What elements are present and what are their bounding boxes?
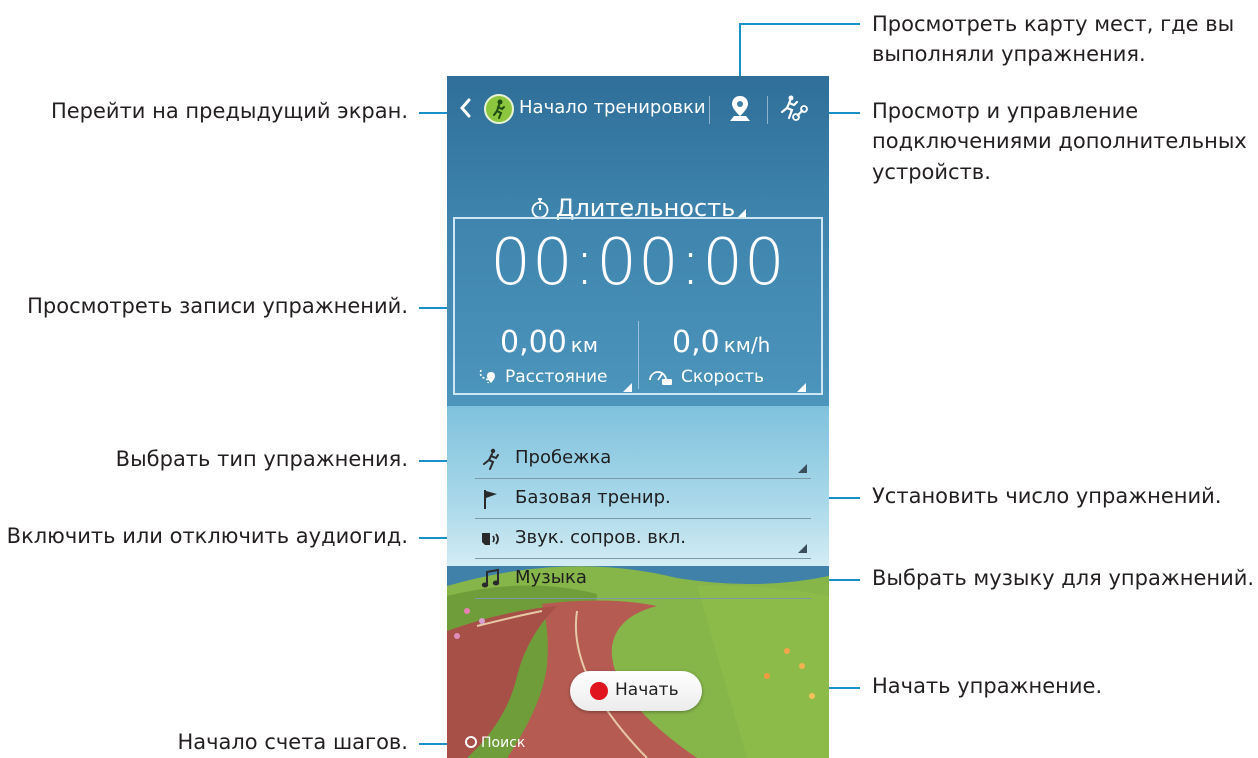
- action-bar: Начало тренировки: [447, 76, 829, 142]
- annotation-count: Установить число упражнений.: [872, 484, 1222, 508]
- dropdown-arrow-icon: [797, 383, 806, 392]
- annotation-audio: Включить или отключить аудиогид.: [6, 524, 408, 548]
- map-pin-icon[interactable]: [727, 94, 753, 124]
- running-app-icon[interactable]: [484, 94, 514, 124]
- speed-selector[interactable]: Скорость: [647, 366, 764, 387]
- distance-icon: [479, 369, 495, 384]
- exercise-type-label: Пробежка: [515, 447, 612, 468]
- distance-unit: км: [570, 333, 598, 357]
- start-button-label: Начать: [615, 680, 679, 700]
- start-button[interactable]: Начать: [570, 671, 702, 711]
- speed-value: 0,0 км/h: [672, 325, 770, 360]
- record-dot-icon: [590, 682, 608, 700]
- annotation-acc-line1: Просмотр и управление: [872, 99, 1139, 123]
- stats-divider: [638, 321, 639, 389]
- dropdown-arrow-icon: [798, 464, 807, 473]
- music-note-icon: [481, 568, 500, 588]
- annotation-map-line2: выполняли упражнения.: [872, 42, 1146, 66]
- audio-guide-label: Звук. сопров. вкл.: [515, 527, 686, 548]
- leader-line-map-h: [739, 23, 860, 25]
- annotation-acc-line2: подключениями дополнительных: [872, 129, 1247, 153]
- annotation-map-line1: Просмотреть карту мест, где вы: [872, 12, 1235, 36]
- annotation-steps: Начало счета шагов.: [177, 730, 408, 754]
- action-divider: [709, 96, 710, 124]
- speed-number: 0,0: [672, 325, 720, 360]
- speed-unit: км/h: [723, 333, 771, 357]
- workout-label: Базовая тренир.: [515, 487, 671, 508]
- step-counter-search[interactable]: Поиск: [465, 735, 525, 751]
- music-row[interactable]: Музыка: [475, 559, 811, 599]
- annotation-acc-line3: устройств.: [872, 160, 991, 184]
- speaker-icon: [482, 533, 499, 545]
- annotation-start: Начать упражнение.: [872, 674, 1103, 698]
- workout-row[interactable]: Базовая тренир.: [475, 479, 811, 519]
- exercise-type-row[interactable]: Пробежка: [475, 439, 811, 479]
- accessory-icon[interactable]: [777, 94, 809, 124]
- timer-display: 00:00:00: [490, 226, 786, 300]
- leader-line-back: [419, 112, 449, 114]
- distance-number: 0,00: [500, 325, 567, 360]
- location-icon: [465, 736, 477, 748]
- speed-label: Скорость: [681, 367, 764, 387]
- dropdown-arrow-icon: [798, 544, 807, 553]
- music-label: Музыка: [515, 567, 587, 588]
- dropdown-arrow-icon: [623, 383, 632, 392]
- page-title: Начало тренировки: [519, 97, 704, 118]
- distance-value: 0,00 км: [500, 325, 598, 360]
- back-icon[interactable]: [457, 96, 473, 120]
- stopwatch-icon: [531, 198, 549, 219]
- annotation-music: Выбрать музыку для упражнений.: [872, 566, 1255, 590]
- speed-icon: [649, 371, 672, 385]
- distance-label: Расстояние: [505, 367, 608, 387]
- row-divider: [475, 598, 811, 599]
- phone-screen: Начало тренировки Длительность 00:00:00 …: [447, 76, 829, 758]
- running-icon: [483, 448, 499, 470]
- flag-icon: [484, 490, 497, 509]
- audio-guide-row[interactable]: Звук. сопров. вкл.: [475, 519, 811, 559]
- annotation-records: Просмотреть записи упражнений.: [27, 294, 408, 318]
- action-divider: [767, 96, 768, 124]
- annotation-back: Перейти на предыдущий экран.: [50, 99, 408, 123]
- annotation-type: Выбрать тип упражнения.: [115, 447, 408, 471]
- distance-selector[interactable]: Расстояние: [477, 366, 608, 387]
- search-label: Поиск: [481, 735, 526, 751]
